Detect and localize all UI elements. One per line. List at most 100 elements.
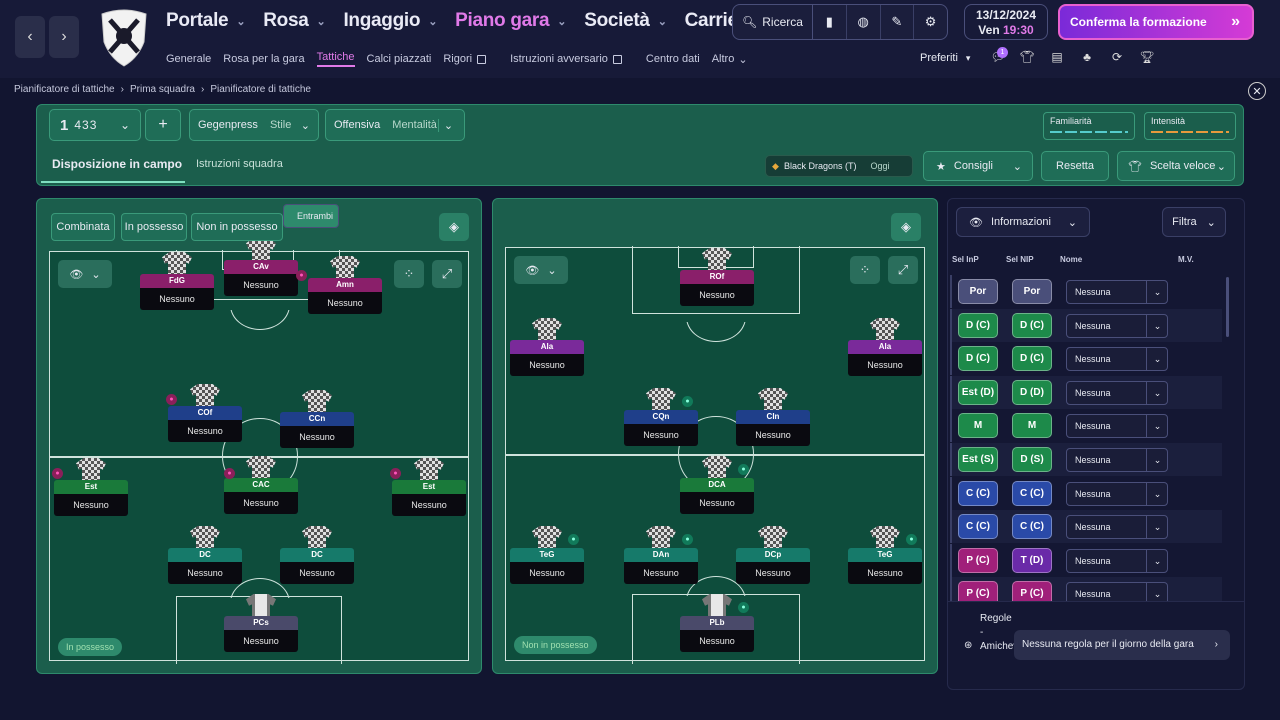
out-of-possession-position[interactable]: D (S) <box>1012 447 1052 472</box>
settings-button[interactable]: ⚙ <box>914 5 947 39</box>
familiarity-meter[interactable]: Familiarità <box>1043 112 1135 140</box>
in-possession-position[interactable]: Est (S) <box>958 447 998 472</box>
table-row[interactable]: D (C) D (C) Nessuna ⌄ <box>950 308 1222 342</box>
mode-tab-1[interactable]: In possesso <box>121 213 187 241</box>
subnav-item-4[interactable]: Rigori <box>443 51 498 67</box>
in-possession-position[interactable]: M <box>958 413 998 439</box>
edit-button[interactable]: ✎ <box>881 5 915 39</box>
in-possession-position[interactable]: C (C) <box>958 480 998 506</box>
out-of-possession-position[interactable]: Por <box>1012 279 1052 304</box>
table-row[interactable]: Est (D) D (D) Nessuna ⌄ <box>950 375 1222 409</box>
out-of-possession-position[interactable]: T (D) <box>1012 547 1052 573</box>
table-row[interactable]: P (C) T (D) Nessuna ⌄ <box>950 543 1222 577</box>
globe-button[interactable]: ◍ <box>847 5 881 39</box>
club-logo-icon[interactable] <box>98 8 150 68</box>
confirm-lineup-button[interactable]: Conferma la formazione » <box>1058 4 1254 40</box>
table-row[interactable]: C (C) C (C) Nessuna ⌄ <box>950 510 1222 544</box>
opponent-info[interactable]: ◆ Black Dragons (T) Oggi <box>765 155 913 177</box>
in-possession-position[interactable]: D (C) <box>958 346 998 372</box>
bookmark-button[interactable]: ▮ <box>813 5 847 39</box>
player-slot[interactable]: Est Nessuno <box>392 458 466 520</box>
table-row[interactable]: M M Nessuna ⌄ <box>950 409 1222 443</box>
breadcrumb-item[interactable]: Pianificatore di tattiche <box>210 84 311 95</box>
hierarchy-icon[interactable]: ♣ <box>1079 50 1095 66</box>
scrollbar[interactable] <box>1226 277 1229 337</box>
expand-button[interactable]: ⤢ <box>888 256 918 284</box>
out-of-possession-position[interactable]: D (C) <box>1012 346 1052 372</box>
search-button[interactable]: 🔍︎ Ricerca <box>733 5 813 39</box>
nav-item-1[interactable]: Rosa ⌄ <box>263 10 325 32</box>
player-slot[interactable]: DC Nessuno <box>280 526 354 588</box>
mode-tab-3[interactable]: Entrambi <box>283 204 339 228</box>
nav-item-3[interactable]: Piano gara ⌄ <box>455 10 566 32</box>
visibility-toggle[interactable]: 👁︎ ⌄ <box>58 260 112 288</box>
player-slot[interactable]: Est Nessuno <box>54 458 128 520</box>
player-slot[interactable]: Ala Nessuno <box>510 318 584 380</box>
player-slot[interactable]: ROf Nessuno <box>680 248 754 310</box>
forward-button[interactable]: › <box>49 16 79 58</box>
player-slot[interactable]: DC Nessuno <box>168 526 242 588</box>
subnav-item-3[interactable]: Calci piazzati <box>367 51 432 67</box>
player-slot[interactable]: FdG Nessuno <box>140 252 214 314</box>
in-possession-position[interactable]: P (C) <box>958 547 998 573</box>
back-button[interactable]: ‹ <box>15 16 45 58</box>
formation-select[interactable]: 1 433 ⌄ <box>49 109 141 141</box>
player-slot[interactable]: PCs Nessuno <box>224 594 298 656</box>
out-of-possession-position[interactable]: D (D) <box>1012 379 1052 405</box>
expand-button[interactable]: ⤢ <box>432 260 462 288</box>
table-row[interactable]: D (C) D (C) Nessuna ⌄ <box>950 342 1222 376</box>
player-slot[interactable]: DCp Nessuno <box>736 526 810 588</box>
shirt-icon[interactable]: 👕︎ <box>1019 50 1035 66</box>
grid-button[interactable]: ⁘ <box>394 260 424 288</box>
mode-tab-0[interactable]: Combinata <box>51 213 115 241</box>
out-of-possession-position[interactable]: D (C) <box>1012 312 1052 338</box>
layout-toggle-button[interactable]: ◈ <box>439 213 469 241</box>
subnav-item-0[interactable]: Generale <box>166 51 211 67</box>
in-possession-position[interactable]: C (C) <box>958 514 998 540</box>
tab-team-instructions[interactable]: Istruzioni squadra <box>196 158 283 170</box>
player-slot[interactable]: Amn Nessuno <box>308 256 382 318</box>
nav-item-2[interactable]: Ingaggio ⌄ <box>343 10 437 32</box>
tab-pitch-layout[interactable]: Disposizione in campo <box>52 157 182 171</box>
grid-button[interactable]: ⁘ <box>850 256 880 284</box>
quick-select-dropdown[interactable]: 👕︎ Scelta veloce ⌄ <box>1117 151 1235 181</box>
subnav-item-5[interactable]: Istruzioni avversario <box>510 51 634 67</box>
clipboard-icon[interactable]: ▤ <box>1049 50 1065 66</box>
in-possession-position[interactable]: Por <box>958 279 998 304</box>
trophy-icon[interactable]: 🏆︎ <box>1139 50 1155 66</box>
in-possession-position[interactable]: Est (D) <box>958 379 998 405</box>
subnav-item-1[interactable]: Rosa per la gara <box>223 51 304 67</box>
out-of-possession-position[interactable]: C (C) <box>1012 480 1052 506</box>
table-row[interactable]: C (C) C (C) Nessuna ⌄ <box>950 476 1222 510</box>
visibility-toggle[interactable]: 👁︎ ⌄ <box>514 256 568 284</box>
nav-item-0[interactable]: Portale ⌄ <box>166 10 246 32</box>
breadcrumb-item[interactable]: Prima squadra <box>130 84 195 95</box>
subnav-item-6[interactable]: Centro dati <box>646 51 700 67</box>
date-box[interactable]: 13/12/2024 Ven 19:30 <box>964 4 1048 40</box>
in-possession-position[interactable]: P (C) <box>958 581 998 601</box>
player-slot[interactable]: Ala Nessuno <box>848 318 922 380</box>
out-of-possession-position[interactable]: M <box>1012 413 1052 439</box>
player-slot[interactable]: CCn Nessuno <box>280 390 354 452</box>
table-row[interactable]: P (C) P (C) Nessuna ⌄ <box>950 577 1222 601</box>
out-of-possession-position[interactable]: P (C) <box>1012 581 1052 601</box>
add-tactic-button[interactable]: + <box>145 109 181 141</box>
intensity-meter[interactable]: Intensità <box>1144 112 1236 140</box>
advice-dropdown[interactable]: ★ Consigli ⌄ <box>923 151 1033 181</box>
refresh-icon[interactable]: ⟳ <box>1109 50 1125 66</box>
gegenpress-style-select[interactable]: Gegenpress Stile ⌄ <box>189 109 319 141</box>
favorites-dropdown[interactable]: Preferiti ▾ <box>920 52 970 64</box>
out-of-possession-position[interactable]: C (C) <box>1012 514 1052 540</box>
close-button[interactable]: ✕ <box>1248 82 1266 100</box>
table-row[interactable]: Por Por Nessuna ⌄ <box>950 275 1222 308</box>
breadcrumb-item[interactable]: Pianificatore di tattiche <box>14 84 115 95</box>
mentality-select[interactable]: Offensiva Mentalità ⌄ <box>325 109 465 141</box>
reset-button[interactable]: Resetta <box>1041 151 1109 181</box>
layout-toggle-button[interactable]: ◈ <box>891 213 921 241</box>
player-slot[interactable]: COf Nessuno <box>168 384 242 446</box>
nav-item-4[interactable]: Società ⌄ <box>584 10 667 32</box>
player-slot[interactable]: CIn Nessuno <box>736 388 810 450</box>
subnav-item-7[interactable]: Altro ⌄ <box>712 51 748 67</box>
in-possession-position[interactable]: D (C) <box>958 312 998 338</box>
player-slot[interactable]: CAv Nessuno <box>224 238 298 300</box>
